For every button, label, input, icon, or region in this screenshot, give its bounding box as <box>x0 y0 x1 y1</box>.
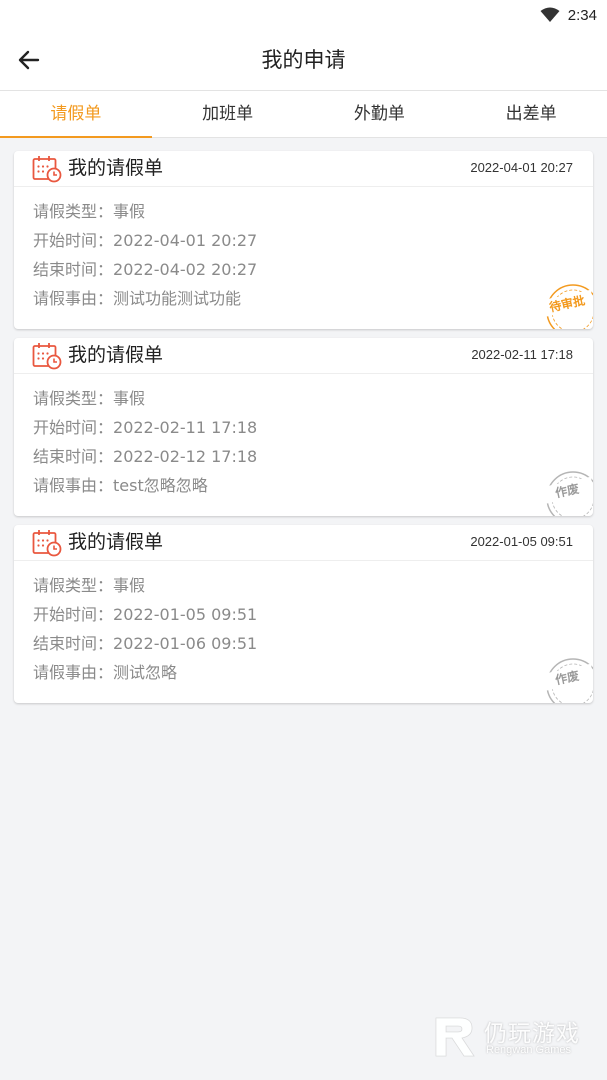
tab-business-trip[interactable]: 出差单 <box>455 91 607 137</box>
card-submit-time: 2022-02-11 17:18 <box>471 347 573 362</box>
calendar-clock-icon <box>32 343 62 370</box>
app-bar: 我的申请 <box>0 30 607 90</box>
watermark-subtitle: Rengwan Games <box>486 1044 571 1056</box>
status-right: 2:34 <box>540 4 597 26</box>
row-end-time: 结束时间：2022-02-12 17:18 <box>33 447 258 466</box>
card-title: 我的请假单 <box>68 531 164 553</box>
row-start-time: 开始时间：2022-01-05 09:51 <box>33 605 258 624</box>
row-start-time: 开始时间：2022-04-01 20:27 <box>33 231 258 250</box>
card-title: 我的请假单 <box>68 344 164 366</box>
status-stamp-void: 作废 <box>539 658 593 703</box>
back-button[interactable] <box>12 43 46 77</box>
card-header: 我的请假单 2022-04-01 20:27 <box>14 151 593 187</box>
watermark-name: 仍玩游戏 <box>484 1021 580 1047</box>
leave-card[interactable]: 我的请假单 2022-04-01 20:27 请假类型：事假 开始时间：2022… <box>14 151 593 329</box>
row-start-time: 开始时间：2022-02-11 17:18 <box>33 418 258 437</box>
calendar-clock-icon <box>32 156 62 183</box>
row-end-time: 结束时间：2022-01-06 09:51 <box>33 634 258 653</box>
card-body: 请假类型：事假 开始时间：2022-04-01 20:27 结束时间：2022-… <box>14 187 593 313</box>
leave-list: 我的请假单 2022-04-01 20:27 请假类型：事假 开始时间：2022… <box>14 151 593 712</box>
status-time: 2:34 <box>567 6 597 24</box>
row-reason: 请假事由：测试忽略 <box>33 663 178 682</box>
card-header: 我的请假单 2022-02-11 17:18 <box>14 338 593 374</box>
row-reason: 请假事由：测试功能测试功能 <box>33 289 242 308</box>
watermark-logo-icon <box>435 1017 475 1057</box>
tab-overtime[interactable]: 加班单 <box>152 91 304 137</box>
row-leave-type: 请假类型：事假 <box>33 389 146 408</box>
row-end-time: 结束时间：2022-04-02 20:27 <box>33 260 258 279</box>
calendar-clock-icon <box>32 530 62 557</box>
tab-field-work[interactable]: 外勤单 <box>304 91 456 137</box>
leave-card[interactable]: 我的请假单 2022-01-05 09:51 请假类型：事假 开始时间：2022… <box>14 525 593 703</box>
watermark: 仍玩游戏 Rengwan Games <box>430 1012 600 1064</box>
card-header: 我的请假单 2022-01-05 09:51 <box>14 525 593 561</box>
row-leave-type: 请假类型：事假 <box>33 202 146 221</box>
card-submit-time: 2022-01-05 09:51 <box>470 534 573 549</box>
status-bar: 2:34 <box>0 0 607 30</box>
arrow-left-icon <box>18 50 40 70</box>
card-body: 请假类型：事假 开始时间：2022-01-05 09:51 结束时间：2022-… <box>14 561 593 687</box>
tab-leave[interactable]: 请假单 <box>0 91 152 138</box>
status-stamp-void: 作废 <box>539 471 593 516</box>
row-leave-type: 请假类型：事假 <box>33 576 146 595</box>
card-submit-time: 2022-04-01 20:27 <box>470 160 573 175</box>
tab-bar: 请假单 加班单 外勤单 出差单 <box>0 90 607 138</box>
row-reason: 请假事由：test忽略忽略 <box>33 476 208 495</box>
leave-card[interactable]: 我的请假单 2022-02-11 17:18 请假类型：事假 开始时间：2022… <box>14 338 593 516</box>
card-body: 请假类型：事假 开始时间：2022-02-11 17:18 结束时间：2022-… <box>14 374 593 500</box>
page-title: 我的申请 <box>261 48 346 72</box>
wifi-icon <box>540 7 560 22</box>
card-title: 我的请假单 <box>68 157 164 179</box>
status-stamp-pending: 待审批 <box>539 284 593 329</box>
